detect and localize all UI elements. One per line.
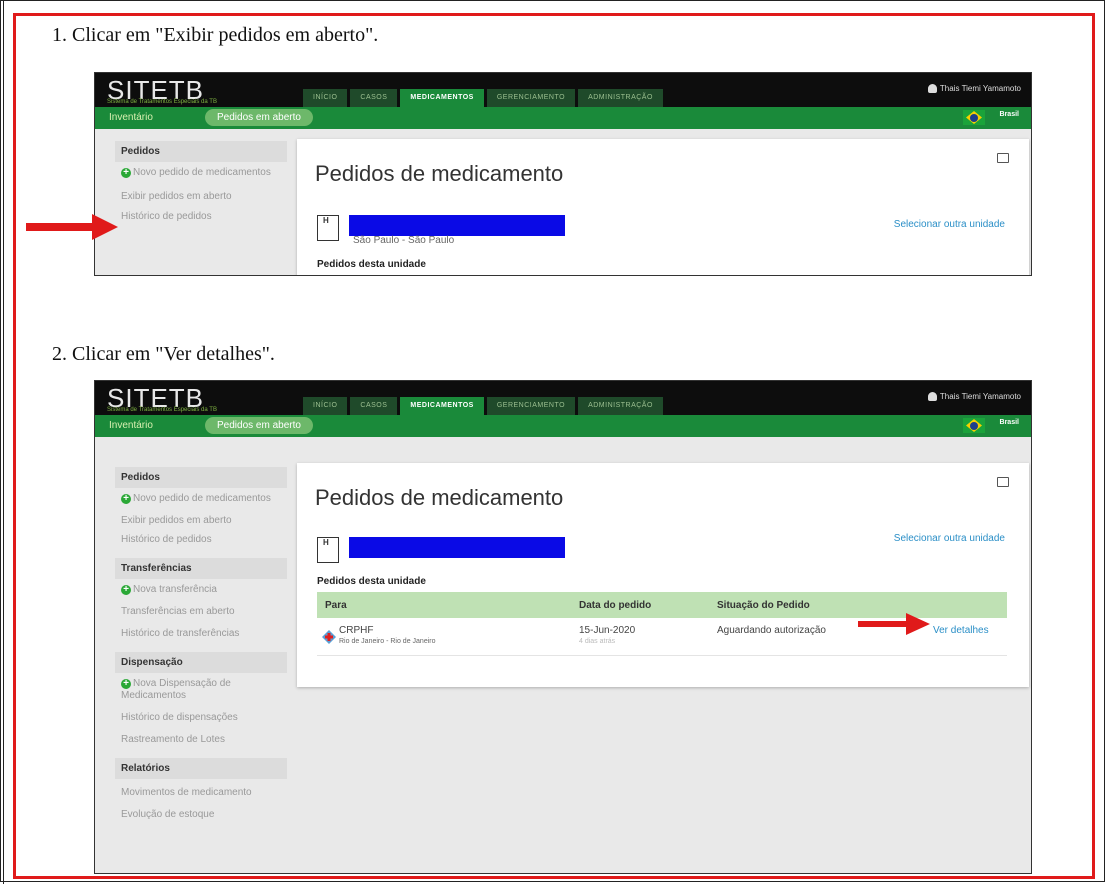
subnav-pedidos-em-aberto[interactable]: Pedidos em aberto: [205, 109, 313, 126]
country-label: Brasil: [999, 111, 1019, 118]
sidebar-item-novo-pedido[interactable]: Novo pedido de medicamentos: [115, 491, 287, 507]
hospital-icon: H: [317, 215, 339, 241]
tab-inicio[interactable]: INÍCIO: [303, 397, 348, 415]
user-menu[interactable]: Thais Tiemi Yamamoto: [927, 392, 1021, 402]
main-panel: Pedidos de medicamento H São Paulo - São…: [297, 139, 1029, 275]
sidebar-heading-dispensacao: Dispensação: [115, 652, 287, 673]
tab-administracao[interactable]: ADMINISTRAÇÃO: [578, 397, 663, 415]
row-destination: CRPHF: [339, 625, 374, 636]
logo-subtitle: Sistema de Tratamentos Especiais da TB: [107, 99, 217, 105]
page-title: Pedidos de medicamento: [315, 485, 564, 510]
screenshot-1: SITETB Sistema de Tratamentos Especiais …: [94, 72, 1032, 276]
tab-inicio[interactable]: INÍCIO: [303, 89, 348, 107]
column-situacao-do-pedido: Situação do Pedido: [717, 600, 810, 611]
top-navbar: SITETB Sistema de Tratamentos Especiais …: [95, 381, 1031, 415]
ver-detalhes-link[interactable]: Ver detalhes: [933, 625, 989, 636]
sidebar-item-movimentos-de-medicamento[interactable]: Movimentos de medicamento: [115, 785, 287, 801]
arrow-to-exibir-pedidos-icon: [26, 214, 118, 240]
sidebar-item-rastreamento-de-lotes[interactable]: Rastreamento de Lotes: [115, 732, 287, 748]
tab-casos[interactable]: CASOS: [350, 89, 398, 107]
hospital-icon: H: [317, 537, 339, 563]
sidebar: Pedidos Novo pedido de medicamentos Exib…: [115, 141, 287, 225]
country-label: Brasil: [999, 419, 1019, 426]
select-other-unit-link[interactable]: Selecionar outra unidade: [894, 533, 1005, 544]
arrow-to-ver-detalhes-icon: [858, 613, 930, 635]
sidebar: Pedidos Novo pedido de medicamentos Exib…: [115, 467, 287, 823]
row-date: 15-Jun-2020: [579, 625, 636, 636]
main-tabs: INÍCIO CASOS MEDICAMENTOS GERENCIAMENTO …: [303, 89, 663, 107]
sidebar-item-historico-de-pedidos[interactable]: Histórico de pedidos: [115, 209, 287, 225]
subnav-pedidos-em-aberto[interactable]: Pedidos em aberto: [205, 417, 313, 434]
user-icon: [927, 84, 937, 94]
redacted-unit-name: [349, 215, 565, 236]
user-name: Thais Tiemi Yamamoto: [939, 84, 1021, 93]
step-1-instruction: 1. Clicar em "Exibir pedidos em aberto".: [52, 24, 379, 46]
tab-casos[interactable]: CASOS: [350, 397, 398, 415]
tab-medicamentos[interactable]: MEDICAMENTOS: [400, 89, 484, 107]
sub-navbar: Inventário Pedidos em aberto Brasil: [95, 107, 1031, 129]
orders-heading: Pedidos desta unidade: [317, 576, 426, 587]
sub-navbar: Inventário Pedidos em aberto Brasil: [95, 415, 1031, 437]
red-cross-icon: [322, 630, 336, 644]
sidebar-item-nova-dispensacao[interactable]: Nova Dispensação de Medicamentos: [115, 676, 287, 704]
sidebar-item-evolucao-de-estoque[interactable]: Evolução de estoque: [115, 807, 287, 823]
brazil-flag-icon: [963, 418, 985, 433]
tab-gerenciamento[interactable]: GERENCIAMENTO: [486, 89, 576, 107]
sidebar-item-transferencias-em-aberto[interactable]: Transferências em aberto: [115, 604, 287, 620]
sidebar-heading-relatorios: Relatórios: [115, 758, 287, 779]
row-destination-location: Rio de Janeiro - Rio de Janeiro: [339, 638, 436, 645]
row-divider: [317, 655, 1007, 656]
column-para: Para: [325, 600, 347, 611]
sidebar-item-historico-de-dispensacoes[interactable]: Histórico de dispensações: [115, 710, 287, 726]
tab-medicamentos[interactable]: MEDICAMENTOS: [400, 397, 484, 415]
select-other-unit-link[interactable]: Selecionar outra unidade: [894, 219, 1005, 230]
tab-administracao[interactable]: ADMINISTRAÇÃO: [578, 89, 663, 107]
sidebar-item-novo-pedido[interactable]: Novo pedido de medicamentos: [115, 165, 287, 181]
sidebar-item-exibir-pedidos-em-aberto[interactable]: Exibir pedidos em aberto: [115, 189, 287, 205]
main-tabs: INÍCIO CASOS MEDICAMENTOS GERENCIAMENTO …: [303, 397, 663, 415]
user-menu[interactable]: Thais Tiemi Yamamoto: [927, 84, 1021, 94]
column-data-do-pedido: Data do pedido: [579, 600, 652, 611]
step-2-instruction: 2. Clicar em "Ver detalhes".: [52, 343, 275, 365]
user-name: Thais Tiemi Yamamoto: [939, 392, 1021, 401]
print-icon[interactable]: [997, 153, 1009, 163]
subnav-inventario[interactable]: Inventário: [109, 112, 153, 123]
sidebar-heading-transferencias: Transferências: [115, 558, 287, 579]
sidebar-item-historico-de-transferencias[interactable]: Histórico de transferências: [115, 626, 287, 642]
sidebar-heading-pedidos: Pedidos: [115, 467, 287, 488]
subnav-inventario[interactable]: Inventário: [109, 420, 153, 431]
redacted-unit-name: [349, 537, 565, 558]
left-rule: [3, 0, 4, 884]
print-icon[interactable]: [997, 477, 1009, 487]
tab-gerenciamento[interactable]: GERENCIAMENTO: [486, 397, 576, 415]
sidebar-heading-pedidos: Pedidos: [115, 141, 287, 162]
unit-location: São Paulo - São Paulo: [353, 235, 455, 246]
top-navbar: SITETB Sistema de Tratamentos Especiais …: [95, 73, 1031, 107]
brazil-flag-icon: [963, 110, 985, 125]
page-title: Pedidos de medicamento: [315, 161, 564, 186]
sidebar-item-historico-de-pedidos[interactable]: Histórico de pedidos: [115, 532, 287, 548]
orders-heading: Pedidos desta unidade: [317, 259, 426, 270]
main-panel: Pedidos de medicamento H Selecionar outr…: [297, 463, 1029, 687]
sidebar-item-nova-transferencia[interactable]: Nova transferência: [115, 582, 287, 598]
sidebar-item-exibir-pedidos-em-aberto[interactable]: Exibir pedidos em aberto: [115, 513, 287, 529]
row-date-relative: 4 dias atrás: [579, 638, 616, 645]
user-icon: [927, 392, 937, 402]
logo-subtitle: Sistema de Tratamentos Especiais da TB: [107, 407, 217, 413]
row-status: Aguardando autorização: [717, 625, 826, 636]
